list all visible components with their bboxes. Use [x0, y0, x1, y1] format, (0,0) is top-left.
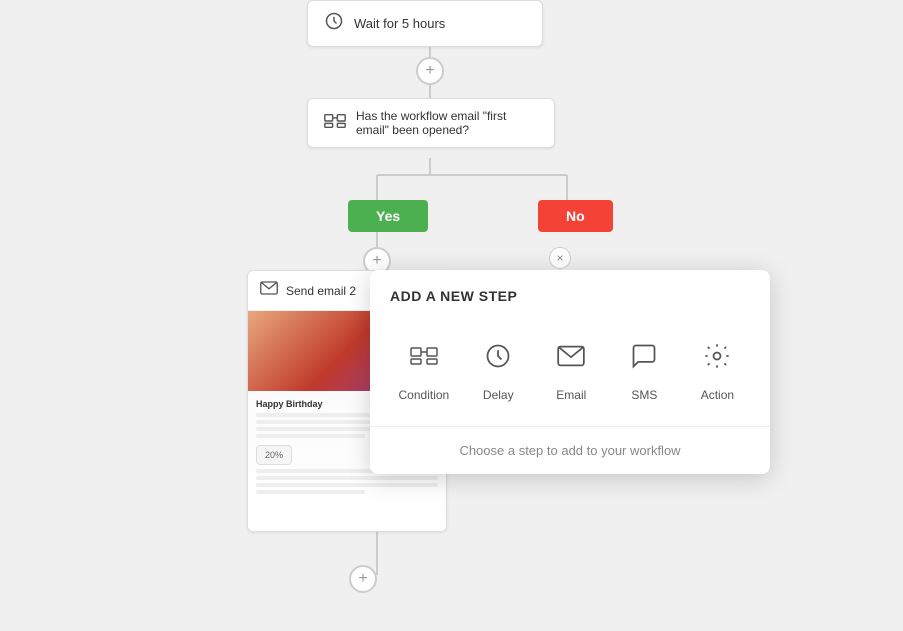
- email-step-icon: [547, 332, 595, 380]
- step-condition[interactable]: Condition: [387, 324, 462, 410]
- wait-node-label: Wait for 5 hours: [354, 16, 445, 31]
- preview-badge: 20%: [256, 445, 292, 465]
- no-branch-button[interactable]: No: [538, 200, 613, 232]
- add-step-button-bottom[interactable]: +: [349, 565, 377, 593]
- clock-icon: [324, 11, 344, 36]
- wait-node: Wait for 5 hours: [307, 0, 543, 47]
- send-email-label: Send email 2: [286, 284, 356, 298]
- condition-step-icon: [400, 332, 448, 380]
- step-sms-label: SMS: [631, 388, 657, 402]
- add-new-step-modal: ADD A NEW STEP Condition: [370, 270, 770, 474]
- step-delay[interactable]: Delay: [462, 324, 534, 410]
- step-email[interactable]: Email: [535, 324, 607, 410]
- preview-text-8: [256, 490, 365, 494]
- preview-text-6: [256, 476, 438, 480]
- delay-step-icon: [474, 332, 522, 380]
- email-node-icon: [260, 281, 278, 300]
- condition-node: Has the workflow email "first email" bee…: [307, 98, 555, 148]
- step-sms[interactable]: SMS: [608, 324, 680, 410]
- action-step-icon: [693, 332, 741, 380]
- step-action-label: Action: [701, 388, 734, 402]
- sms-step-icon: [620, 332, 668, 380]
- condition-icon: [324, 111, 346, 136]
- step-condition-label: Condition: [399, 388, 450, 402]
- condition-node-label: Has the workflow email "first email" bee…: [356, 109, 538, 137]
- modal-footer-text: Choose a step to add to your workflow: [370, 427, 770, 474]
- yes-branch-button[interactable]: Yes: [348, 200, 428, 232]
- close-no-branch-button[interactable]: ×: [549, 247, 571, 269]
- modal-steps-row: Condition Delay: [370, 316, 770, 427]
- preview-text-7: [256, 483, 438, 487]
- step-action[interactable]: Action: [681, 324, 753, 410]
- modal-title: ADD A NEW STEP: [370, 270, 770, 316]
- add-step-button-1[interactable]: +: [416, 57, 444, 85]
- step-email-label: Email: [556, 388, 586, 402]
- preview-text-4: [256, 434, 365, 438]
- step-delay-label: Delay: [483, 388, 514, 402]
